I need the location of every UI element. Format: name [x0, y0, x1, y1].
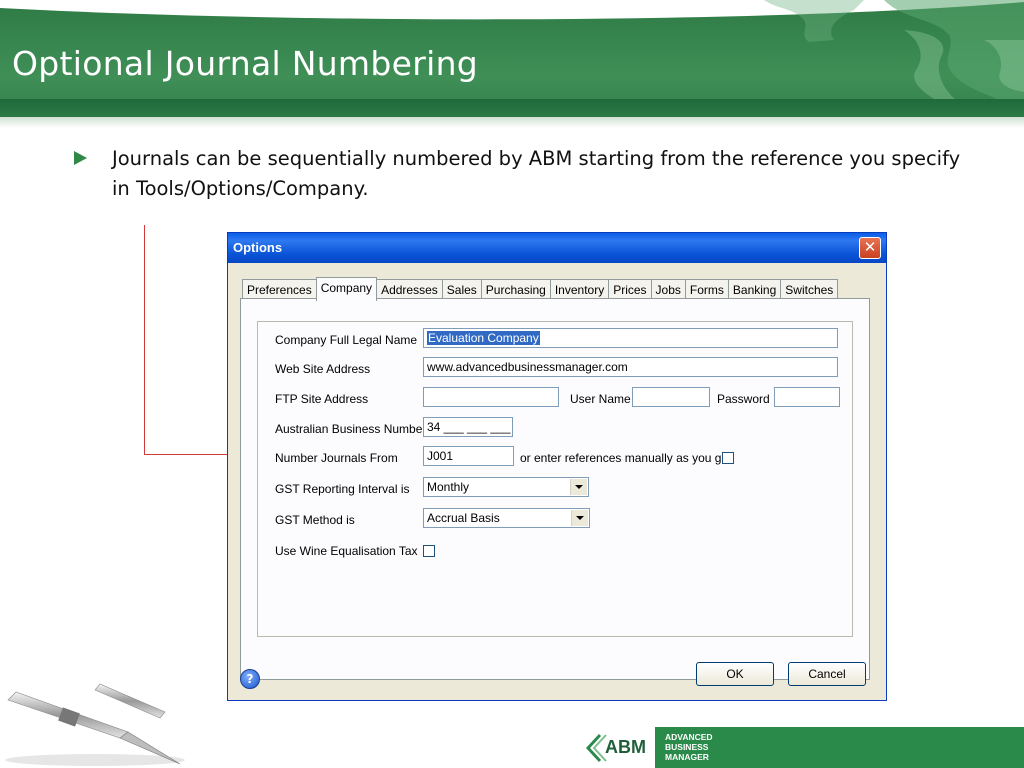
- callout-line-vertical: [144, 225, 145, 454]
- logo-words: ADVANCED BUSINESS MANAGER: [665, 732, 713, 762]
- company-settings-group: Company Full Legal Name Evaluation Compa…: [257, 321, 853, 637]
- ftp-label: FTP Site Address: [275, 392, 369, 406]
- password-label: Password: [717, 392, 770, 406]
- tab-purchasing[interactable]: Purchasing: [480, 279, 551, 300]
- manual-references-checkbox[interactable]: [722, 452, 734, 464]
- logo-line-advanced: ADVANCED: [665, 732, 713, 742]
- chevron-down-icon[interactable]: [571, 510, 588, 526]
- dialog-footer: ? OK Cancel: [228, 651, 886, 700]
- abn-input[interactable]: 34 ___ ___ ___: [423, 417, 513, 437]
- journals-input[interactable]: J001: [423, 446, 514, 466]
- help-icon[interactable]: ?: [240, 669, 260, 689]
- wine-tax-checkbox[interactable]: [423, 545, 435, 557]
- tab-company[interactable]: Company: [315, 277, 378, 301]
- bullet-text: Journals can be sequentially numbered by…: [112, 147, 961, 200]
- ftp-input[interactable]: [423, 387, 559, 407]
- options-dialog: Options ✕ Preferences Company Addresses Sal…: [227, 232, 887, 701]
- slide-title: Optional Journal Numbering: [12, 44, 479, 83]
- cancel-button[interactable]: Cancel: [788, 662, 866, 686]
- logo-abm-text: ABM: [605, 737, 646, 757]
- website-label: Web Site Address: [275, 362, 371, 376]
- gst-interval-value: Monthly: [427, 480, 470, 494]
- close-icon[interactable]: ✕: [859, 237, 881, 259]
- tab-prices[interactable]: Prices: [608, 279, 652, 300]
- manual-references-label: or enter references manually as you go: [520, 451, 729, 465]
- slide-header: Optional Journal Numbering: [0, 0, 1024, 128]
- chevron-down-icon[interactable]: [570, 479, 587, 495]
- gst-method-select[interactable]: Accrual Basis: [423, 508, 590, 528]
- dialog-title: Options: [233, 240, 283, 255]
- tab-inventory[interactable]: Inventory: [549, 279, 610, 300]
- ok-button[interactable]: OK: [696, 662, 774, 686]
- legal-name-value: Evaluation Company: [427, 331, 540, 345]
- company-tab-panel: Company Full Legal Name Evaluation Compa…: [240, 298, 870, 680]
- world-map-decoration: [764, 0, 1024, 100]
- tab-addresses[interactable]: Addresses: [376, 279, 443, 300]
- tab-banking[interactable]: Banking: [727, 279, 782, 300]
- tab-jobs[interactable]: Jobs: [650, 279, 686, 300]
- dialog-titlebar[interactable]: Options ✕: [228, 233, 886, 263]
- logo-line-manager: MANAGER: [665, 752, 709, 762]
- bullet-arrow-icon: [74, 151, 87, 165]
- header-band-light: [0, 117, 1024, 128]
- username-label: User Name: [570, 392, 631, 406]
- journals-label: Number Journals From: [275, 451, 398, 465]
- gst-interval-label: GST Reporting Interval is: [275, 482, 410, 496]
- header-band: [0, 99, 1024, 117]
- wine-tax-label: Use Wine Equalisation Tax: [275, 544, 418, 558]
- password-input[interactable]: [774, 387, 840, 407]
- legal-name-label: Company Full Legal Name: [275, 333, 418, 347]
- legal-name-input[interactable]: Evaluation Company: [423, 328, 838, 348]
- gst-interval-select[interactable]: Monthly: [423, 477, 589, 497]
- tab-forms[interactable]: Forms: [684, 279, 729, 300]
- gst-method-value: Accrual Basis: [427, 511, 500, 525]
- website-input[interactable]: www.advancedbusinessmanager.com: [423, 357, 838, 377]
- pen-decoration: [5, 683, 185, 766]
- tab-preferences[interactable]: Preferences: [242, 279, 317, 300]
- username-input[interactable]: [632, 387, 710, 407]
- abn-label: Australian Business Number: [275, 422, 427, 436]
- tab-sales[interactable]: Sales: [441, 279, 482, 300]
- logo-line-business: BUSINESS: [665, 742, 709, 752]
- gst-method-label: GST Method is: [275, 513, 355, 527]
- tab-strip: Preferences Company Addresses Sales Purchasi…: [242, 276, 839, 301]
- tab-switches[interactable]: Switches: [780, 279, 839, 300]
